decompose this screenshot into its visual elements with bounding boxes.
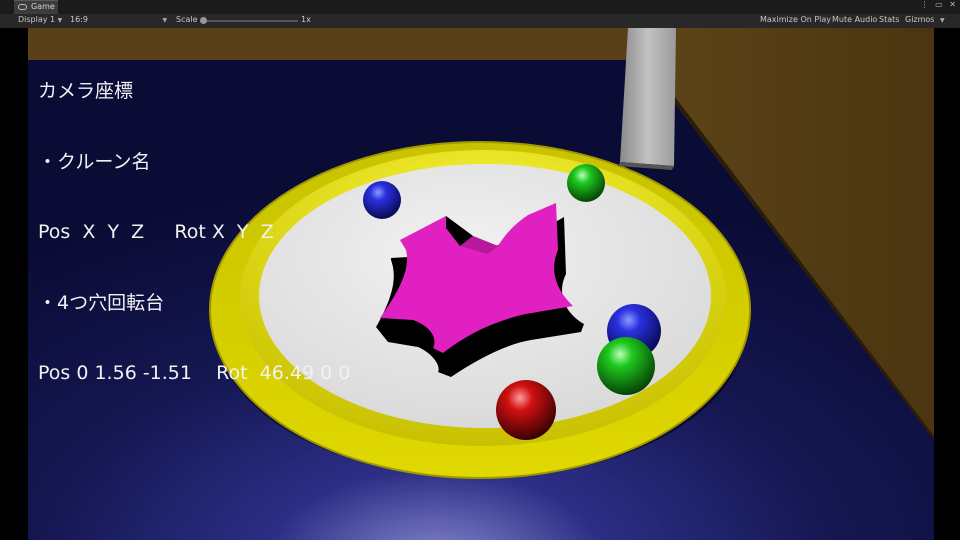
aspect-dropdown[interactable]: 16:9 ▼ — [70, 15, 167, 24]
game-tab-label: Game — [31, 2, 55, 11]
gizmos-label: Gizmos — [905, 15, 935, 24]
hud-title: カメラ座標 — [38, 80, 134, 102]
display-label: Display 1 — [18, 15, 56, 24]
green-ball-right — [597, 337, 655, 395]
aspect-label: 16:9 — [70, 15, 88, 24]
scale-slider[interactable] — [200, 17, 298, 24]
scale-slider-knob[interactable] — [200, 17, 207, 24]
chevron-down-icon: ▼ — [162, 17, 168, 24]
maximize-on-play-toggle[interactable]: Maximize On Play — [760, 15, 831, 24]
stats-toggle[interactable]: Stats — [879, 15, 899, 24]
editor-tab-bar: Game ⋮ ▭ ✕ — [0, 0, 960, 15]
chevron-down-icon: ▼ — [57, 17, 63, 24]
mute-audio-toggle[interactable]: Mute Audio — [832, 15, 877, 24]
hud-object-name: ・4つ穴回転台 — [38, 291, 165, 314]
gizmos-dropdown[interactable]: Gizmos ▼ — [905, 15, 945, 24]
red-ball — [496, 380, 556, 440]
window-controls[interactable]: ⋮ ▭ ✕ — [921, 0, 958, 14]
blue-ball-top — [363, 181, 401, 219]
game-tab[interactable]: Game — [14, 0, 58, 14]
camera-hud: カメラ座標 ・クルーン名 Pos X Y Z Rot X Y Z ・4つ穴回転台… — [38, 33, 350, 409]
hud-header-row: Pos X Y Z Rot X Y Z — [38, 221, 274, 243]
post — [620, 28, 676, 166]
hud-values-row: Pos 0 1.56 -1.51 Rot 46.49 0 0 — [38, 362, 351, 384]
scale-label: Scale — [176, 15, 198, 24]
gamepad-icon — [18, 4, 27, 10]
scale-value: 1x — [301, 15, 311, 24]
hud-object-name-label: ・クルーン名 — [38, 150, 151, 173]
green-ball-top — [567, 164, 605, 202]
chevron-down-icon: ▼ — [940, 17, 945, 24]
display-dropdown[interactable]: Display 1 ▼ — [18, 15, 62, 24]
